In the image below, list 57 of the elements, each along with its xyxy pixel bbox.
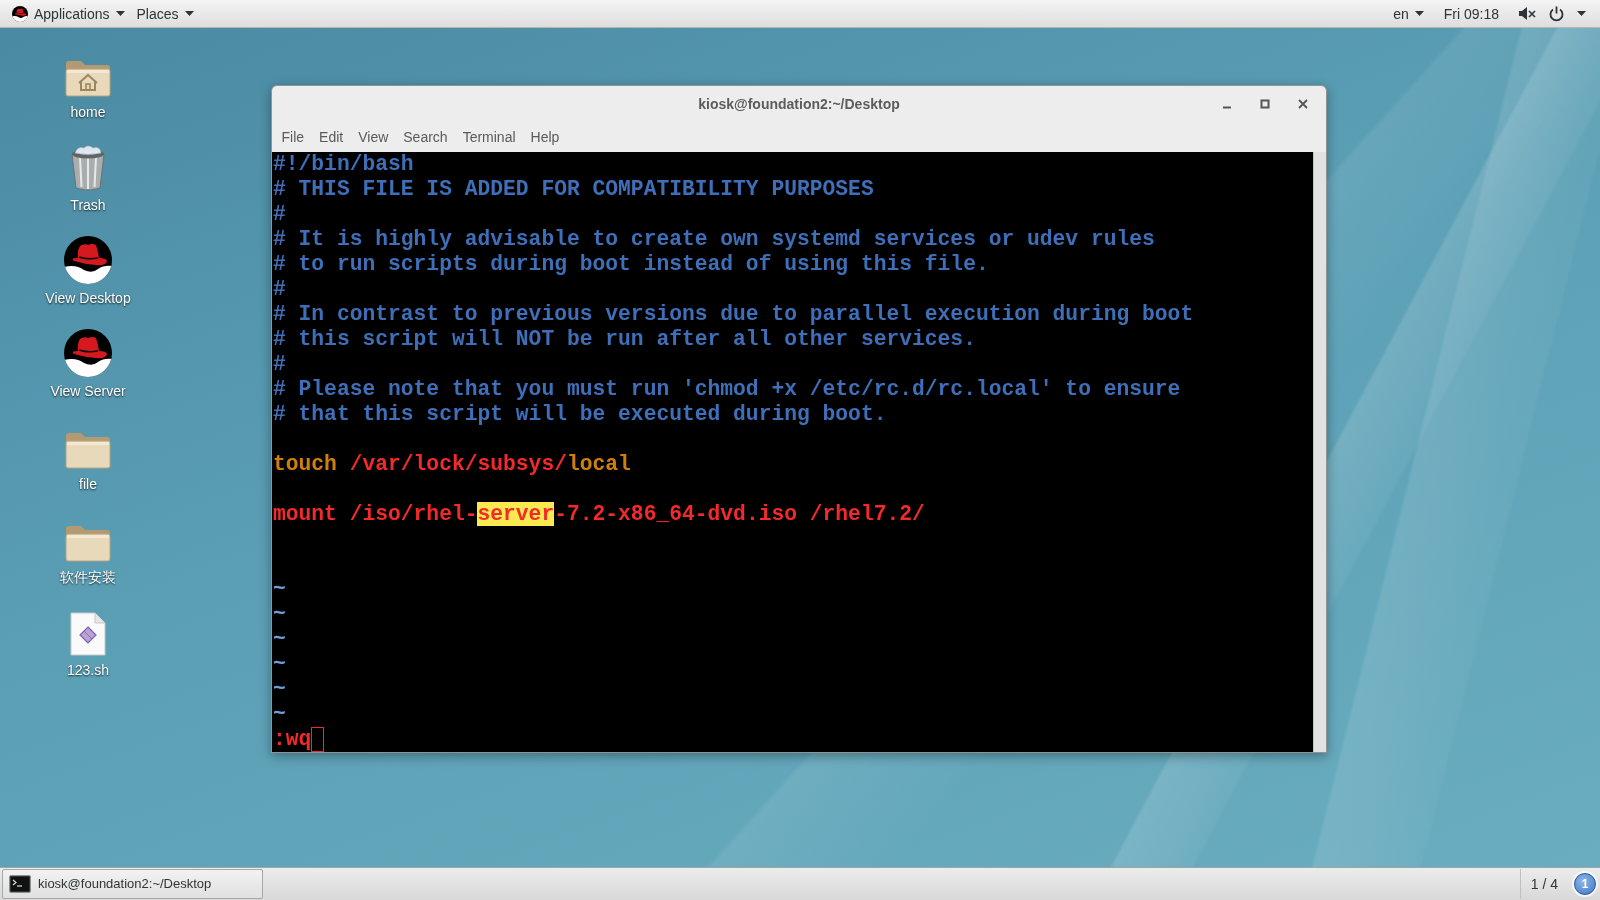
code-line: # THIS FILE IS ADDED FOR COMPATIBILITY PURPOSES xyxy=(273,177,874,202)
power-icon[interactable] xyxy=(1549,5,1564,22)
caret-icon[interactable] xyxy=(1577,11,1586,16)
desktop-icon-label[interactable]: View Desktop xyxy=(45,288,131,309)
hat-logo-icon[interactable] xyxy=(64,329,112,377)
empty-line-marker: ~ xyxy=(273,702,286,727)
code-line: mount /iso/rhel-server-7.2-x86_64-dvd.iso /rhel7.2/ xyxy=(273,502,925,527)
code-line: # xyxy=(273,352,286,377)
folder-icon[interactable] xyxy=(64,523,112,563)
code-line: # It is highly advisable to create own systemd services or udev rules xyxy=(273,227,1155,252)
empty-line-marker: ~ xyxy=(273,677,286,702)
script-file-icon[interactable] xyxy=(70,612,106,656)
code-line: # to run scripts during boot instead of using this file. xyxy=(273,252,989,277)
command-line: :wq xyxy=(273,727,312,752)
desktop-icon-label[interactable]: home xyxy=(70,102,106,123)
trash-icon[interactable] xyxy=(69,145,107,191)
menu-item[interactable]: View xyxy=(350,122,396,152)
code-line: # Please note that you must run 'chmod +x /etc/rc.d/rc.local' to ensure xyxy=(273,377,1181,402)
top-menu-button[interactable]: Applications xyxy=(6,0,131,27)
code-line: # xyxy=(273,202,286,227)
menu-item[interactable]: Help xyxy=(523,122,567,152)
taskbar-window-button[interactable]: kiosk@foundation2:~/Desktop xyxy=(2,869,263,899)
caret-icon[interactable] xyxy=(1414,11,1424,16)
maximize-icon[interactable] xyxy=(1260,99,1270,109)
code-line: touch /var/lock/subsys/local xyxy=(273,452,631,477)
empty-line-marker: ~ xyxy=(273,577,286,602)
menu-item[interactable]: Terminal xyxy=(455,122,524,152)
code-line: # this script will NOT be run after all other services. xyxy=(273,327,976,352)
empty-line-marker: ~ xyxy=(273,627,286,652)
desktop-icon-label[interactable]: file xyxy=(79,474,97,495)
terminal-icon[interactable] xyxy=(9,875,31,893)
clock-button[interactable]: Fri 09:18 xyxy=(1437,0,1505,27)
desktop-icon-label[interactable]: Trash xyxy=(70,195,106,216)
code-line: #!/bin/bash xyxy=(273,152,414,177)
desktop-icon-label[interactable]: View Server xyxy=(50,381,126,402)
empty-line-marker: ~ xyxy=(273,652,286,677)
language-menu-button[interactable]: en xyxy=(1387,0,1430,27)
close-icon[interactable] xyxy=(1298,99,1308,109)
hat-logo-icon[interactable] xyxy=(64,236,112,284)
empty-line-marker: ~ xyxy=(273,602,286,627)
menu-item[interactable]: Search xyxy=(395,122,456,152)
menu-item[interactable]: Edit xyxy=(311,122,351,152)
caret-icon[interactable] xyxy=(184,11,194,16)
volume-muted-icon[interactable] xyxy=(1519,6,1536,21)
hat-logo-icon[interactable] xyxy=(12,5,28,22)
window-title: kiosk@foundation2:~/Desktop xyxy=(698,94,900,114)
top-menu-button[interactable]: Places xyxy=(130,0,200,27)
workspace-indicator[interactable]: 1 / 4 xyxy=(1519,869,1568,899)
caret-icon[interactable] xyxy=(115,11,125,16)
scrollbar[interactable] xyxy=(1313,152,1326,752)
menu-item[interactable]: File xyxy=(274,122,312,152)
text-cursor xyxy=(311,727,325,752)
folder-icon[interactable] xyxy=(64,430,112,470)
home-folder-icon[interactable] xyxy=(64,58,112,98)
code-line: # that this script will be executed during boot. xyxy=(273,402,887,427)
code-line: # In contrast to previous versions due to parallel execution during boot xyxy=(273,302,1194,327)
code-line: # xyxy=(273,277,286,302)
